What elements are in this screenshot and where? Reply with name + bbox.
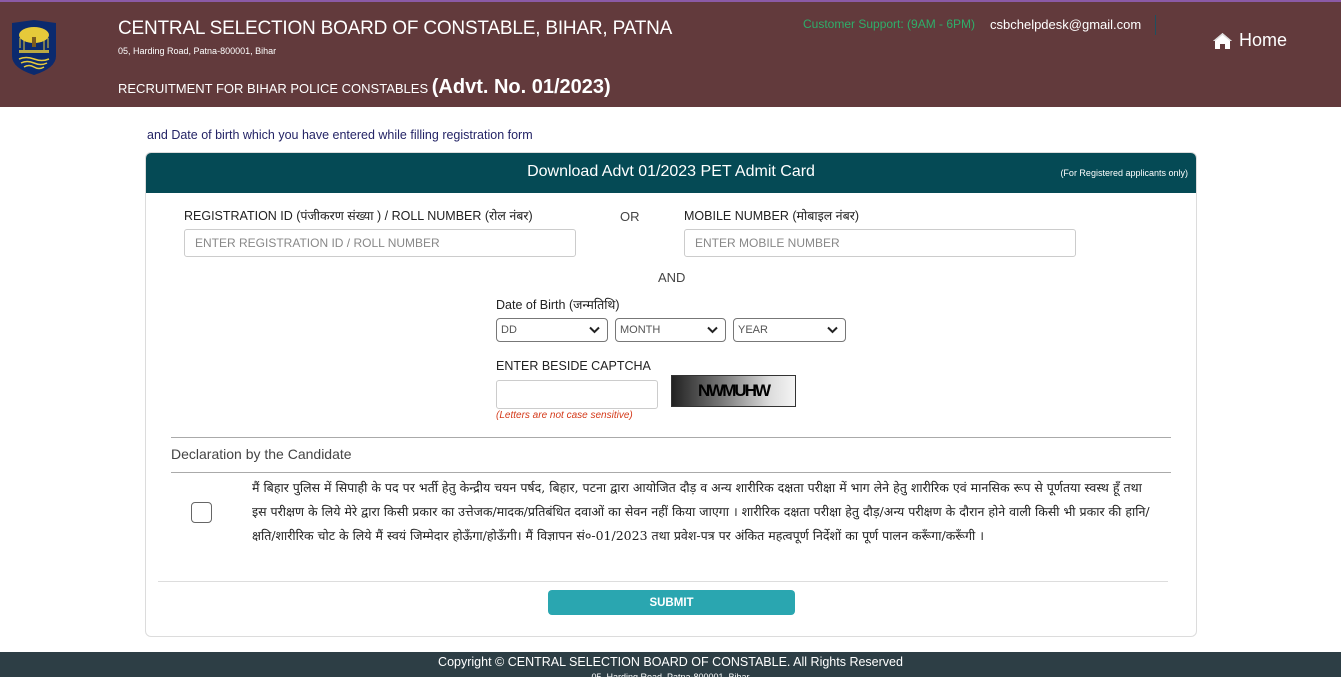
divider [171, 472, 1171, 473]
submit-button[interactable]: SUBMIT [548, 590, 795, 615]
declaration-title: Declaration by the Candidate [171, 446, 352, 462]
registration-input[interactable] [184, 229, 576, 257]
home-link[interactable]: Home [1212, 30, 1287, 51]
dob-month-select[interactable]: MONTH [615, 318, 726, 342]
mobile-input[interactable] [684, 229, 1076, 257]
support-email-link[interactable]: csbchelpdesk@gmail.com [990, 17, 1141, 32]
dob-month-value: MONTH [620, 324, 661, 336]
captcha-input[interactable] [496, 380, 658, 409]
declaration-checkbox[interactable] [191, 502, 212, 523]
declaration-text: मैं बिहार पुलिस में सिपाही के पद पर भर्त… [252, 480, 1150, 543]
card-header: Download Advt 01/2023 PET Admit Card (Fo… [146, 153, 1196, 193]
dob-year-value: YEAR [738, 324, 768, 336]
card-note: (For Registered applicants only) [1060, 168, 1188, 178]
dob-label: Date of Birth (जन्मतिथि) [496, 298, 620, 312]
site-header: CENTRAL SELECTION BOARD OF CONSTABLE, BI… [0, 0, 1341, 107]
recruitment-text: RECRUITMENT FOR BIHAR POLICE CONSTABLES [118, 81, 429, 96]
mobile-label: MOBILE NUMBER (मोबाइल नंबर) [684, 209, 860, 223]
captcha-image: NWMUHW [671, 375, 796, 407]
or-label: OR [620, 209, 640, 224]
recruitment-heading: RECRUITMENT FOR BIHAR POLICE CONSTABLES … [118, 76, 611, 99]
and-label: AND [658, 270, 686, 285]
bihar-police-logo [12, 20, 56, 75]
footer-copyright: Copyright © CENTRAL SELECTION BOARD OF C… [438, 655, 903, 669]
home-label: Home [1239, 30, 1288, 50]
dob-day-select[interactable]: DD [496, 318, 608, 342]
chevron-down-icon [827, 326, 838, 334]
site-footer: Copyright © CENTRAL SELECTION BOARD OF C… [0, 652, 1341, 677]
dob-year-select[interactable]: YEAR [733, 318, 846, 342]
captcha-label: ENTER BESIDE CAPTCHA [496, 359, 651, 373]
admit-card-form: Download Advt 01/2023 PET Admit Card (Fo… [145, 152, 1197, 637]
card-title: Download Advt 01/2023 PET Admit Card [527, 163, 815, 180]
advt-number: (Advt. No. 01/2023) [431, 76, 611, 98]
instruction-text: and Date of birth which you have entered… [147, 128, 533, 142]
divider [171, 437, 1171, 438]
registration-label: REGISTRATION ID (पंजीकरण संख्या ) / ROLL… [184, 209, 533, 223]
captcha-hint: (Letters are not case sensitive) [496, 410, 633, 421]
home-icon [1213, 32, 1232, 49]
site-title: CENTRAL SELECTION BOARD OF CONSTABLE, BI… [118, 18, 673, 39]
footer-address: 05, Harding Road, Patna-800001, Bihar [591, 672, 750, 677]
dob-day-value: DD [501, 324, 517, 336]
chevron-down-icon [589, 326, 600, 334]
chevron-down-icon [707, 326, 718, 334]
site-address: 05, Harding Road, Patna-800001, Bihar [118, 46, 277, 56]
header-divider [1155, 15, 1156, 35]
customer-support-label: Customer Support: (9AM - 6PM) [803, 17, 976, 31]
divider [158, 581, 1168, 582]
